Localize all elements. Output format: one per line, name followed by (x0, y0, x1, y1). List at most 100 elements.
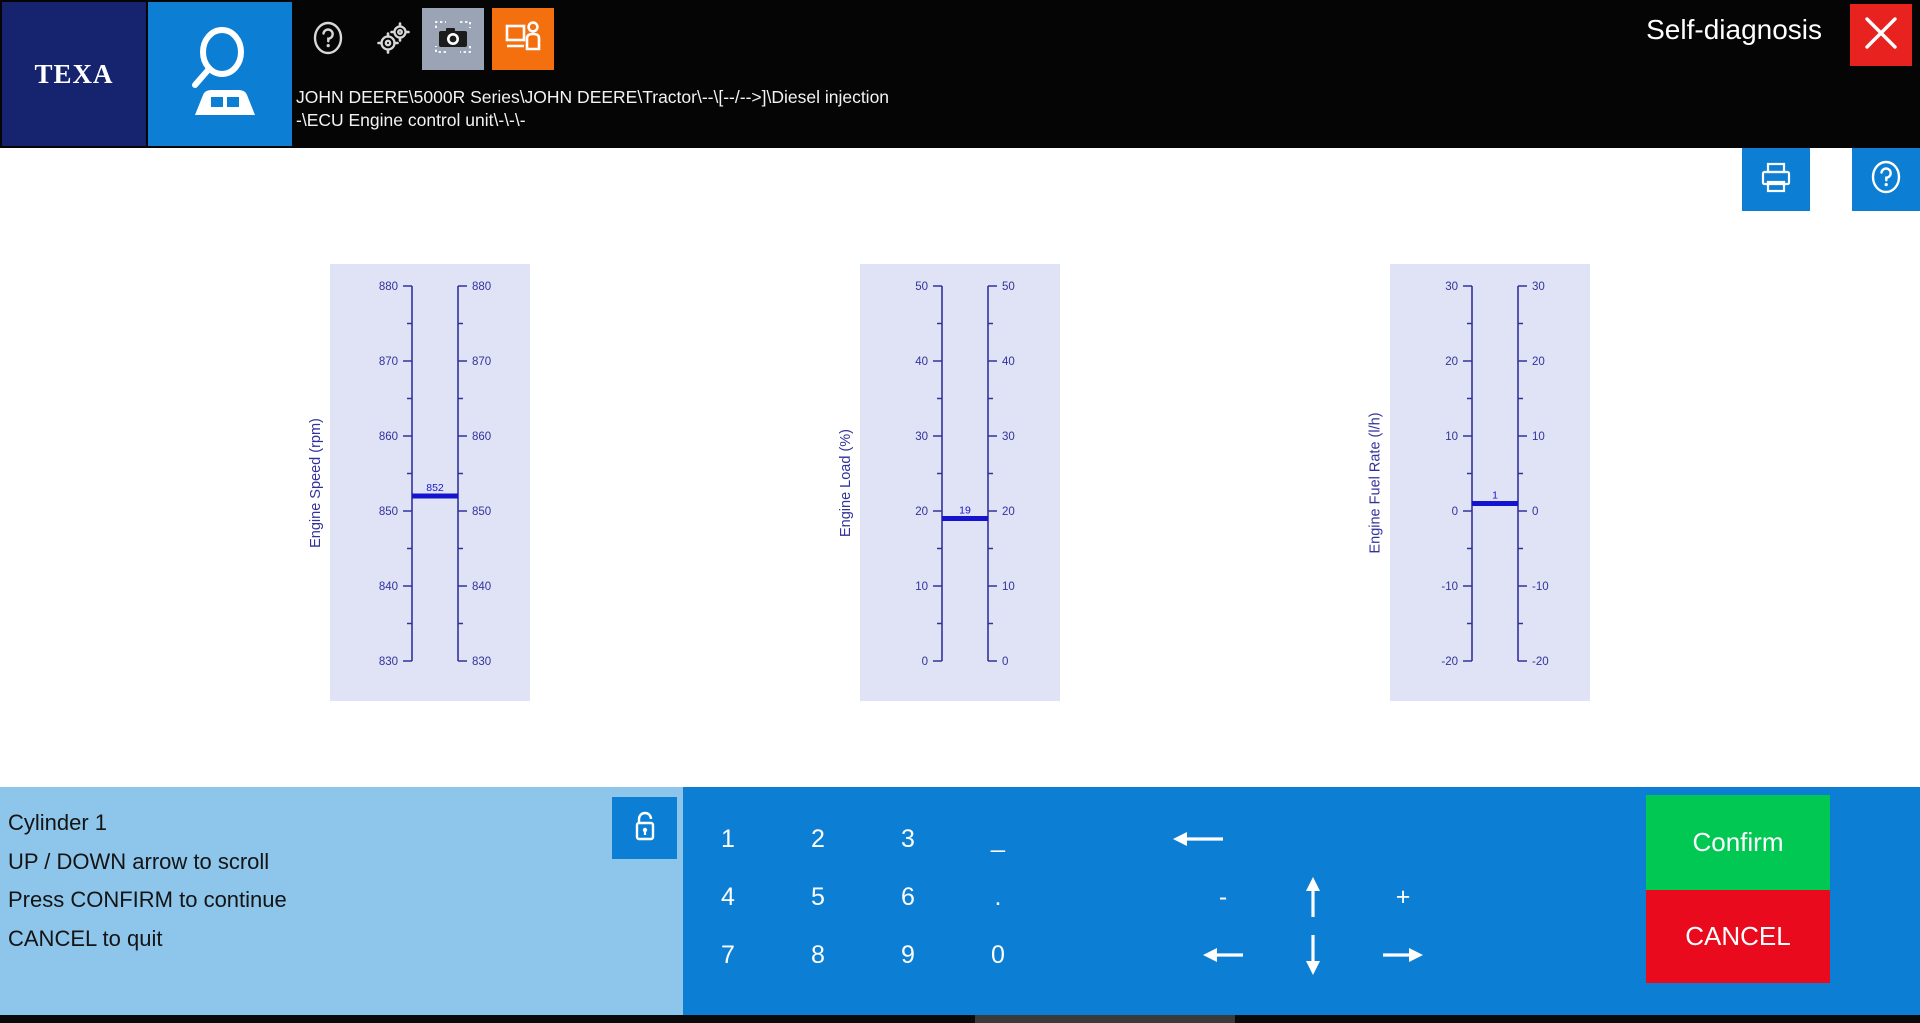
arrow-left-icon (1201, 944, 1245, 966)
vehicle-search-icon (177, 26, 263, 122)
key-minus[interactable]: - (1178, 868, 1268, 926)
svg-text:860: 860 (379, 431, 398, 443)
gauge-area: Engine Speed (rpm) 880 880 870 870 860 860 850… (0, 211, 1920, 781)
svg-text:0: 0 (1002, 656, 1008, 668)
right-filler (1866, 795, 1920, 1023)
svg-text:0: 0 (922, 656, 928, 668)
key-underscore[interactable]: _ (953, 810, 1043, 868)
gauge-axis-graphic: 50 50 40 40 30 30 20 20 10 10 0 0 19 (915, 281, 1015, 668)
svg-text:830: 830 (379, 656, 398, 668)
svg-text:10: 10 (1532, 431, 1545, 443)
svg-text:880: 880 (472, 281, 491, 293)
bottom-panel: Cylinder 1 UP / DOWN arrow to scroll Pre… (0, 787, 1920, 1023)
key-backspace[interactable] (1133, 810, 1263, 868)
gauge-axis-label: Engine Load (%) (838, 428, 855, 537)
close-x-icon (1859, 11, 1903, 60)
svg-text:50: 50 (915, 281, 928, 293)
key-plus[interactable]: + (1358, 868, 1448, 926)
svg-text:840: 840 (379, 581, 398, 593)
gauge-axis-graphic: 880 880 870 870 860 860 850 850 840 840 830 830 852 (379, 281, 491, 668)
gauge-axis-graphic: 30 30 20 20 10 10 0 0 -10 -10 -20 -20 1 (1441, 281, 1549, 668)
svg-text:10: 10 (915, 581, 928, 593)
svg-text:30: 30 (1532, 281, 1545, 293)
key-2[interactable]: 2 (773, 810, 863, 868)
svg-text:-20: -20 (1441, 656, 1458, 668)
arrow-up-icon (1302, 875, 1324, 919)
arrow-right-icon (1381, 944, 1425, 966)
svg-text:30: 30 (1445, 281, 1458, 293)
printer-icon (1759, 160, 1793, 199)
gears-icon (375, 21, 413, 60)
svg-text:0: 0 (1452, 506, 1458, 518)
message-panel: Cylinder 1 UP / DOWN arrow to scroll Pre… (0, 787, 683, 1015)
svg-text:40: 40 (915, 356, 928, 368)
key-9[interactable]: 9 (863, 926, 953, 984)
svg-text:20: 20 (1445, 356, 1458, 368)
print-button[interactable] (1742, 148, 1810, 211)
svg-text:50: 50 (1002, 281, 1015, 293)
confirm-cancel-group: Confirm CANCEL (1646, 795, 1830, 1023)
message-text: Cylinder 1 UP / DOWN arrow to scroll Pre… (8, 810, 287, 951)
camera-icon (433, 19, 473, 60)
texa-logo: TEXA (2, 2, 146, 146)
svg-text:870: 870 (472, 356, 491, 368)
numeric-keypad: 1 2 3 _ 4 5 6 . - 7 8 9 0 + (683, 795, 1646, 1023)
svg-text:20: 20 (915, 506, 928, 518)
confirm-button[interactable]: Confirm (1646, 795, 1830, 890)
key-0[interactable]: 0 (953, 926, 1043, 984)
svg-text:880: 880 (379, 281, 398, 293)
contextual-help-button[interactable] (1852, 148, 1920, 211)
arrow-down-icon (1302, 933, 1324, 977)
key-5[interactable]: 5 (773, 868, 863, 926)
key-period[interactable]: . (953, 868, 1043, 926)
key-arrow-left[interactable] (1178, 926, 1268, 984)
unlock-icon (630, 809, 660, 848)
question-circle-icon (311, 21, 345, 60)
svg-text:840: 840 (472, 581, 491, 593)
svg-text:19: 19 (959, 505, 971, 517)
unlock-button[interactable] (612, 797, 677, 859)
gauge-axis-label: Engine Speed (rpm) (308, 417, 325, 548)
svg-text:-10: -10 (1532, 581, 1549, 593)
svg-text:20: 20 (1532, 356, 1545, 368)
taskbar-segment[interactable] (975, 1015, 1235, 1023)
key-6[interactable]: 6 (863, 868, 953, 926)
key-4[interactable]: 4 (683, 868, 773, 926)
svg-text:30: 30 (1002, 431, 1015, 443)
svg-text:20: 20 (1002, 506, 1015, 518)
app-root: TEXA JOHN DEERE\5000R Series\JOHN DEERE\… (0, 0, 1920, 1023)
taskbar-strip (0, 1015, 1920, 1023)
settings-button[interactable] (362, 8, 426, 72)
key-7[interactable]: 7 (683, 926, 773, 984)
key-3[interactable]: 3 (863, 810, 953, 868)
key-8[interactable]: 8 (773, 926, 863, 984)
svg-text:850: 850 (379, 506, 398, 518)
svg-text:860: 860 (472, 431, 491, 443)
top-toolbar: TEXA JOHN DEERE\5000R Series\JOHN DEERE\… (0, 0, 1920, 148)
close-button[interactable] (1850, 4, 1912, 66)
svg-text:10: 10 (1445, 431, 1458, 443)
key-1[interactable]: 1 (683, 810, 773, 868)
action-bar (0, 148, 1920, 211)
svg-text:850: 850 (472, 506, 491, 518)
brand-label: TEXA (34, 58, 114, 89)
question-circle-icon (1869, 160, 1903, 199)
help-button[interactable] (296, 8, 360, 72)
key-arrow-down[interactable] (1268, 926, 1358, 984)
svg-text:-20: -20 (1532, 656, 1549, 668)
cancel-button[interactable]: CANCEL (1646, 890, 1830, 983)
key-arrow-up[interactable] (1268, 868, 1358, 926)
key-arrow-right[interactable] (1358, 926, 1448, 984)
svg-text:852: 852 (426, 482, 444, 494)
svg-text:30: 30 (915, 431, 928, 443)
breadcrumb: JOHN DEERE\5000R Series\JOHN DEERE\Tract… (296, 87, 890, 130)
vehicle-search-button[interactable] (148, 2, 292, 146)
svg-text:1: 1 (1492, 490, 1498, 502)
report-button[interactable] (492, 8, 554, 70)
svg-text:-10: -10 (1441, 581, 1458, 593)
svg-text:870: 870 (379, 356, 398, 368)
gauge-axis-label: Engine Fuel Rate (l/h) (1368, 411, 1385, 554)
svg-text:40: 40 (1002, 356, 1015, 368)
screenshot-button[interactable] (422, 8, 484, 70)
svg-text:10: 10 (1002, 581, 1015, 593)
